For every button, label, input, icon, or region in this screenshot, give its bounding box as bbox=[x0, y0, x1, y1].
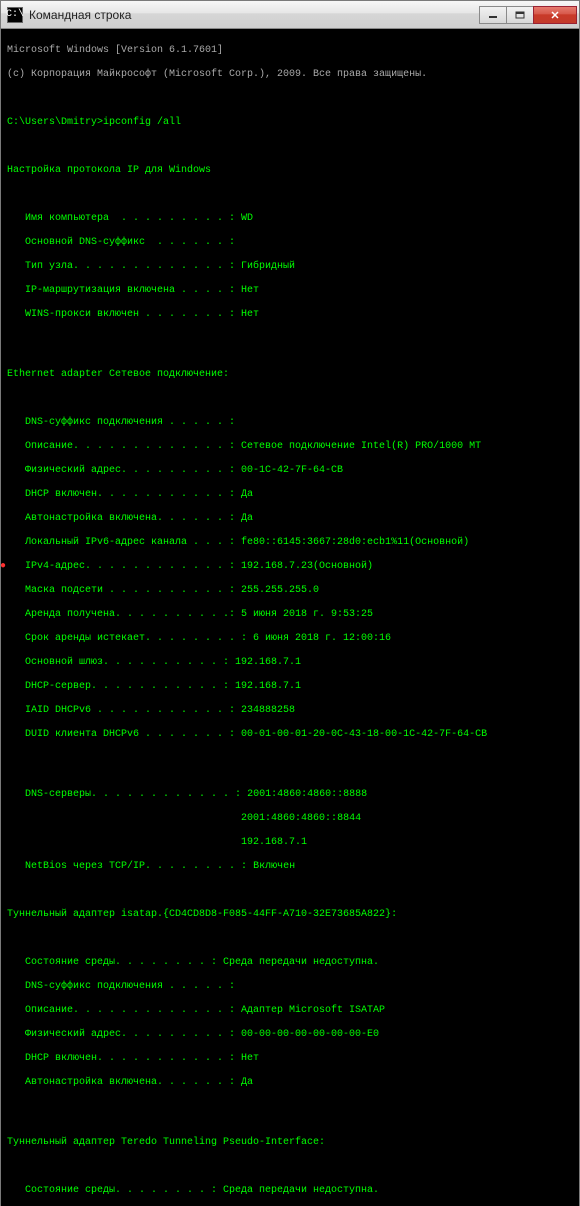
maximize-icon bbox=[515, 11, 525, 19]
section-isatap: Туннельный адаптер isatap.{CD4CD8D8-F085… bbox=[7, 909, 573, 921]
isatap-row: Описание. . . . . . . . . . . . . : Адап… bbox=[7, 1005, 573, 1017]
eth-row: Основной шлюз. . . . . . . . . . : 192.1… bbox=[7, 657, 573, 669]
close-button[interactable] bbox=[533, 6, 577, 24]
isatap-row: Автонастройка включена. . . . . . : Да bbox=[7, 1077, 573, 1089]
isatap-row: DHCP включен. . . . . . . . . . . : Нет bbox=[7, 1053, 573, 1065]
blank bbox=[7, 189, 573, 201]
main-row: WINS-прокси включен . . . . . . . : Нет bbox=[7, 309, 573, 321]
eth-row: Срок аренды истекает. . . . . . . . : 6 … bbox=[7, 633, 573, 645]
eth-row: DNS-суффикс подключения . . . . . : bbox=[7, 417, 573, 429]
blank bbox=[7, 765, 573, 777]
isatap-row: DNS-суффикс подключения . . . . . : bbox=[7, 981, 573, 993]
blank bbox=[7, 393, 573, 405]
eth-row: DUID клиента DHCPv6 . . . . . . . : 00-0… bbox=[7, 729, 573, 741]
prompt-command: ipconfig /all bbox=[103, 117, 181, 128]
header-line-2: (c) Корпорация Майкрософт (Microsoft Cor… bbox=[7, 69, 573, 81]
isatap-row: Состояние среды. . . . . . . . : Среда п… bbox=[7, 957, 573, 969]
main-row: IP-маршрутизация включена . . . . : Нет bbox=[7, 285, 573, 297]
minimize-icon bbox=[488, 11, 498, 19]
blank bbox=[7, 885, 573, 897]
blank bbox=[7, 933, 573, 945]
eth-row: Автонастройка включена. . . . . . : Да bbox=[7, 513, 573, 525]
netbios-line: NetBios через TCP/IP. . . . . . . . : Вк… bbox=[7, 861, 573, 873]
dns-line-3: 192.168.7.1 bbox=[7, 837, 573, 849]
blank bbox=[7, 345, 573, 357]
dns-line-2: 2001:4860:4860::8844 bbox=[7, 813, 573, 825]
prompt-path: C:\Users\Dmitry> bbox=[7, 117, 103, 128]
eth-row: Маска подсети . . . . . . . . . . : 255.… bbox=[7, 585, 573, 597]
command-prompt-window: C:\ Командная строка Microsoft Windows [… bbox=[0, 0, 580, 1206]
blank bbox=[7, 93, 573, 105]
main-row: Имя компьютера . . . . . . . . . : WD bbox=[7, 213, 573, 225]
window-title: Командная строка bbox=[29, 8, 480, 22]
eth-row: DHCP-сервер. . . . . . . . . . . : 192.1… bbox=[7, 681, 573, 693]
eth-row: ● IPv4-адрес. . . . . . . . . . . . : 19… bbox=[7, 561, 573, 573]
cmd-icon: C:\ bbox=[7, 7, 23, 23]
maximize-button[interactable] bbox=[506, 6, 534, 24]
teredo-row: Состояние среды. . . . . . . . : Среда п… bbox=[7, 1185, 573, 1197]
titlebar[interactable]: C:\ Командная строка bbox=[1, 1, 579, 29]
section-eth: Ethernet adapter Сетевое подключение: bbox=[7, 369, 573, 381]
main-row: Тип узла. . . . . . . . . . . . . : Гибр… bbox=[7, 261, 573, 273]
close-icon bbox=[550, 11, 560, 19]
blank bbox=[7, 1161, 573, 1173]
prompt-line: C:\Users\Dmitry>ipconfig /all bbox=[7, 117, 573, 129]
console-output[interactable]: Microsoft Windows [Version 6.1.7601] (c)… bbox=[1, 29, 579, 1206]
highlight-marker-icon: ● bbox=[1, 561, 6, 573]
dns-line-1: DNS-серверы. . . . . . . . . . . . : 200… bbox=[7, 789, 573, 801]
header-line-1: Microsoft Windows [Version 6.1.7601] bbox=[7, 45, 573, 57]
eth-row: Аренда получена. . . . . . . . . .: 5 ию… bbox=[7, 609, 573, 621]
eth-row: Описание. . . . . . . . . . . . . : Сете… bbox=[7, 441, 573, 453]
section-main: Настройка протокола IP для Windows bbox=[7, 165, 573, 177]
eth-row: DHCP включен. . . . . . . . . . . : Да bbox=[7, 489, 573, 501]
blank bbox=[7, 141, 573, 153]
isatap-row: Физический адрес. . . . . . . . . : 00-0… bbox=[7, 1029, 573, 1041]
blank bbox=[7, 1113, 573, 1125]
minimize-button[interactable] bbox=[479, 6, 507, 24]
eth-row: Локальный IPv6-адрес канала . . . : fe80… bbox=[7, 537, 573, 549]
window-controls bbox=[480, 6, 577, 24]
main-row: Основной DNS-суффикс . . . . . . : bbox=[7, 237, 573, 249]
eth-row: Физический адрес. . . . . . . . . : 00-1… bbox=[7, 465, 573, 477]
section-teredo: Туннельный адаптер Teredo Tunneling Pseu… bbox=[7, 1137, 573, 1149]
eth-row: IAID DHCPv6 . . . . . . . . . . . : 2348… bbox=[7, 705, 573, 717]
